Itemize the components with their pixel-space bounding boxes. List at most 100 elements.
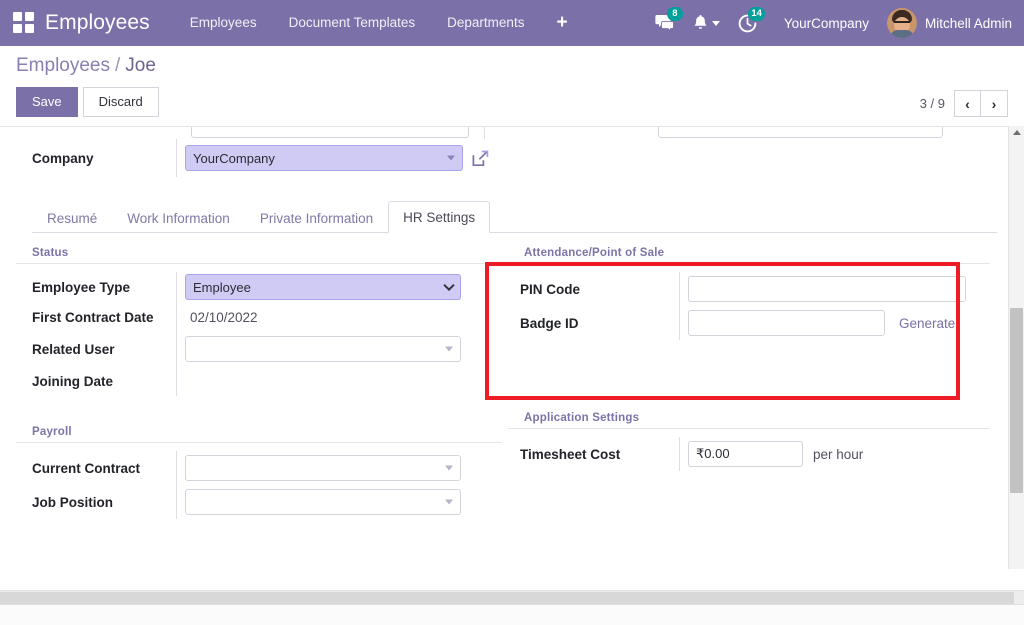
- badge-id-value: Generate: [679, 306, 990, 340]
- pin-code-row: PIN Code: [504, 272, 990, 306]
- pager-previous-button[interactable]: ‹: [954, 90, 981, 117]
- horizontal-scrollbar[interactable]: [0, 590, 1024, 605]
- user-menu[interactable]: Mitchell Admin: [883, 8, 1012, 38]
- company-row: Company: [16, 139, 997, 177]
- main-menu: Employees Document Templates Departments…: [174, 0, 584, 46]
- related-user-label: Related User: [32, 341, 115, 357]
- related-user-value: [176, 332, 502, 366]
- control-panel: Employees / Joe Save Discard 3 / 9 ‹ ›: [0, 46, 1024, 126]
- joining-date-row: Joining Date: [16, 366, 502, 396]
- right-column: Attendance/Point of Sale PIN Code Badge …: [504, 247, 990, 519]
- discard-button[interactable]: Discard: [82, 87, 159, 117]
- tab-work-information[interactable]: Work Information: [112, 202, 245, 233]
- breadcrumb-current: Joe: [125, 55, 156, 76]
- pin-code-label: PIN Code: [520, 281, 581, 297]
- pin-code-value: [679, 272, 990, 306]
- window-bottom-strip: [0, 605, 1024, 625]
- breadcrumb-root[interactable]: Employees: [16, 55, 110, 77]
- timesheet-cost-input[interactable]: [688, 441, 803, 467]
- form-sheet-inner: Company Resumé Work Information P: [0, 127, 1013, 519]
- badge-id-label: Badge ID: [520, 315, 579, 331]
- current-contract-label: Current Contract: [32, 460, 141, 476]
- employee-type-label: Employee Type: [32, 279, 131, 295]
- employee-type-select-wrap: [185, 274, 461, 300]
- navbar-systray: 8 14 YourCompany Mitchell Admin: [646, 0, 1024, 46]
- left-column: Status Employee Type First Contract Date…: [16, 247, 502, 519]
- related-user-row: Related User: [16, 332, 502, 366]
- company-select-wrap: [185, 145, 463, 171]
- app-brand-title[interactable]: Employees: [45, 11, 150, 35]
- pager-next-button[interactable]: ›: [981, 90, 1008, 117]
- payroll-section-title: Payroll: [16, 426, 502, 443]
- avatar: [886, 8, 917, 38]
- related-user-select-wrap: [185, 336, 461, 362]
- top-navbar: Employees Employees Document Templates D…: [0, 0, 1024, 46]
- clipped-input-right[interactable]: [658, 127, 943, 138]
- job-position-label: Job Position: [32, 494, 113, 510]
- timesheet-cost-suffix: per hour: [813, 446, 864, 462]
- apps-grid-square: [13, 12, 22, 21]
- form-sheet: Company Resumé Work Information P: [0, 126, 1013, 569]
- employee-type-value: [176, 272, 502, 302]
- chevron-down-icon: [711, 20, 720, 26]
- job-position-select-wrap: [185, 489, 461, 515]
- pager-buttons: ‹ ›: [954, 90, 1008, 117]
- company-value: [176, 139, 997, 177]
- tab-resume[interactable]: Resumé: [32, 202, 112, 233]
- joining-date-value: [176, 366, 502, 396]
- external-link-icon[interactable]: [472, 150, 489, 167]
- timesheet-cost-label: Timesheet Cost: [520, 446, 621, 462]
- scroll-up-arrow-icon[interactable]: [1013, 130, 1021, 135]
- vertical-scrollbar[interactable]: [1008, 126, 1024, 569]
- timesheet-cost-row: Timesheet Cost per hour: [504, 437, 990, 471]
- current-contract-select-wrap: [185, 455, 461, 481]
- employee-type-select[interactable]: [185, 274, 461, 300]
- user-name: Mitchell Admin: [924, 15, 1012, 31]
- badge-id-input[interactable]: [688, 310, 885, 336]
- current-contract-select[interactable]: [185, 455, 461, 481]
- clipped-input-left[interactable]: [191, 127, 469, 138]
- activities-icon[interactable]: 14: [729, 0, 766, 46]
- company-switcher[interactable]: YourCompany: [766, 16, 883, 31]
- first-contract-date-text: 02/10/2022: [190, 309, 258, 325]
- tab-private-information[interactable]: Private Information: [245, 202, 388, 233]
- job-position-value: [176, 485, 502, 519]
- apps-grid-square: [13, 24, 22, 33]
- attendance-section-title: Attendance/Point of Sale: [508, 247, 990, 264]
- breadcrumb: Employees / Joe: [16, 55, 1008, 77]
- vertical-scrollbar-thumb[interactable]: [1010, 308, 1023, 493]
- job-position-select[interactable]: [185, 489, 461, 515]
- current-contract-row: Current Contract: [16, 451, 502, 485]
- menu-item-employees[interactable]: Employees: [174, 0, 273, 46]
- activities-badge: 14: [748, 7, 765, 21]
- badge-id-row: Badge ID Generate: [504, 306, 990, 340]
- first-contract-date-label: First Contract Date: [32, 309, 154, 325]
- horizontal-scrollbar-thumb[interactable]: [0, 592, 1014, 604]
- pin-code-input[interactable]: [688, 276, 966, 302]
- current-contract-value: [176, 451, 502, 485]
- pager: 3 / 9 ‹ ›: [920, 90, 1008, 117]
- joining-date-label: Joining Date: [32, 373, 114, 389]
- form-notebook-tabs: Resumé Work Information Private Informat…: [32, 201, 997, 233]
- menu-item-departments[interactable]: Departments: [431, 0, 540, 46]
- notifications-icon[interactable]: [684, 0, 729, 46]
- messages-icon[interactable]: 8: [646, 0, 684, 46]
- tab-hr-settings[interactable]: HR Settings: [388, 201, 491, 233]
- application-settings-section-title: Application Settings: [508, 412, 990, 429]
- employee-type-row: Employee Type: [16, 272, 502, 302]
- menu-item-document-templates[interactable]: Document Templates: [273, 0, 432, 46]
- related-user-select[interactable]: [185, 336, 461, 362]
- save-button[interactable]: Save: [16, 87, 78, 117]
- job-position-row: Job Position: [16, 485, 502, 519]
- company-select[interactable]: [185, 145, 463, 171]
- pager-count: 3 / 9: [919, 96, 945, 111]
- apps-menu-icon[interactable]: [13, 12, 35, 34]
- messages-badge: 8: [666, 7, 683, 21]
- record-actions: Save Discard: [16, 87, 1008, 117]
- generate-badge-link[interactable]: Generate: [899, 316, 955, 331]
- column-divider: [484, 127, 485, 139]
- status-section-title: Status: [16, 247, 502, 264]
- add-menu-icon[interactable]: +: [540, 0, 583, 46]
- apps-grid-square: [25, 24, 34, 33]
- hr-settings-page: Status Employee Type First Contract Date…: [16, 233, 997, 519]
